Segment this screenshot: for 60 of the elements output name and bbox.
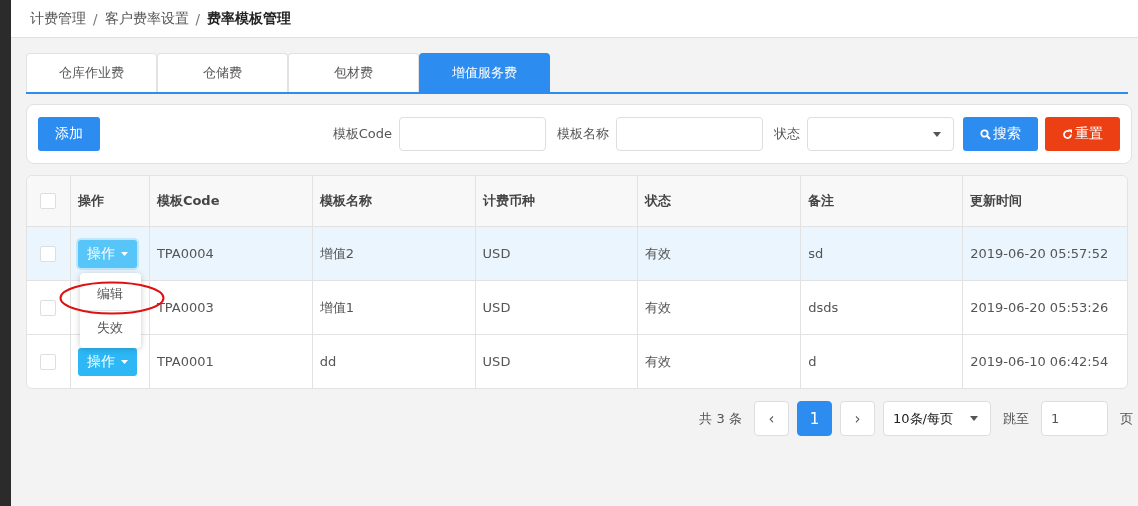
tab[interactable]: 包材费 xyxy=(288,53,419,92)
table-cell: d xyxy=(808,354,817,369)
breadcrumb-separator: / xyxy=(195,10,201,27)
page-input[interactable]: 1 xyxy=(1041,401,1108,436)
table-cell: 有效 xyxy=(645,244,672,263)
table-cell: USD xyxy=(482,300,511,315)
menu-item[interactable]: 失效 xyxy=(79,310,141,344)
column-header: 操作 xyxy=(77,192,104,210)
page-size-select[interactable]: 10条/每页 xyxy=(883,401,991,436)
filter-label: 状态 xyxy=(774,125,800,143)
breadcrumb-separator: / xyxy=(93,10,98,27)
table-cell: 有效 xyxy=(645,298,672,317)
search-icon xyxy=(980,128,991,140)
column-header: 状态 xyxy=(645,192,672,210)
input-field[interactable] xyxy=(399,117,546,151)
refresh-icon xyxy=(1062,128,1073,140)
table-cell: dd xyxy=(319,354,337,369)
column-header: 更新时间 xyxy=(970,192,1023,210)
input-field[interactable] xyxy=(616,117,763,151)
filter-label: 模板名称 xyxy=(557,125,609,143)
breadcrumb-current: 费率模板管理 xyxy=(207,9,292,28)
table-cell: 2019-06-10 06:42:54 xyxy=(970,354,1109,369)
reset-button[interactable]: 重置 xyxy=(1045,117,1120,151)
table-cell: 增值2 xyxy=(319,244,355,263)
table-cell: sd xyxy=(808,246,824,261)
previous-page-button[interactable]: ‹ xyxy=(754,401,789,436)
select-field[interactable] xyxy=(807,117,954,151)
table-cell: USD xyxy=(482,246,511,261)
table-cell: 2019-06-20 05:57:52 xyxy=(970,246,1109,261)
table-cell: USD xyxy=(482,354,511,369)
column-header: 计费币种 xyxy=(482,192,535,210)
tab[interactable]: 仓储费 xyxy=(157,53,288,92)
total-count: 共 3 条 xyxy=(699,409,742,428)
column-header: 模板名称 xyxy=(319,192,372,210)
caret-icon xyxy=(120,251,128,256)
table-row[interactable]: 操作 TPA0001 dd USD 有效 d 2019-06-10 06:42:54 xyxy=(27,334,1127,388)
checkbox[interactable] xyxy=(40,299,57,316)
checkbox[interactable] xyxy=(40,245,57,262)
column-header: 模板Code xyxy=(156,192,220,210)
table-cell: TPA0003 xyxy=(156,300,214,315)
table-cell: 2019-06-20 05:53:26 xyxy=(970,300,1109,315)
caret-icon xyxy=(933,132,941,137)
checkbox[interactable] xyxy=(40,193,57,209)
caret-icon xyxy=(120,359,128,364)
caret-icon xyxy=(970,416,978,421)
breadcrumb-link[interactable]: 计费管理 xyxy=(30,9,86,28)
table-cell: 增值1 xyxy=(319,298,355,317)
page-suffix: 页 xyxy=(1120,409,1133,428)
menu-item[interactable]: 编辑 xyxy=(79,277,141,310)
next-page-button[interactable]: › xyxy=(840,401,875,436)
column-header: 备注 xyxy=(808,192,835,210)
checkbox[interactable] xyxy=(40,353,57,370)
table-cell: TPA0004 xyxy=(156,246,214,261)
table-cell: dsds xyxy=(808,300,839,315)
table-cell: TPA0001 xyxy=(156,354,214,369)
table-cell: 有效 xyxy=(645,352,672,371)
tab[interactable]: 仓库作业费 xyxy=(26,53,157,92)
breadcrumb-link[interactable]: 客户费率设置 xyxy=(104,9,189,28)
jump-label: 跳至 xyxy=(1003,409,1029,428)
filter-label: 模板Code xyxy=(332,125,392,143)
